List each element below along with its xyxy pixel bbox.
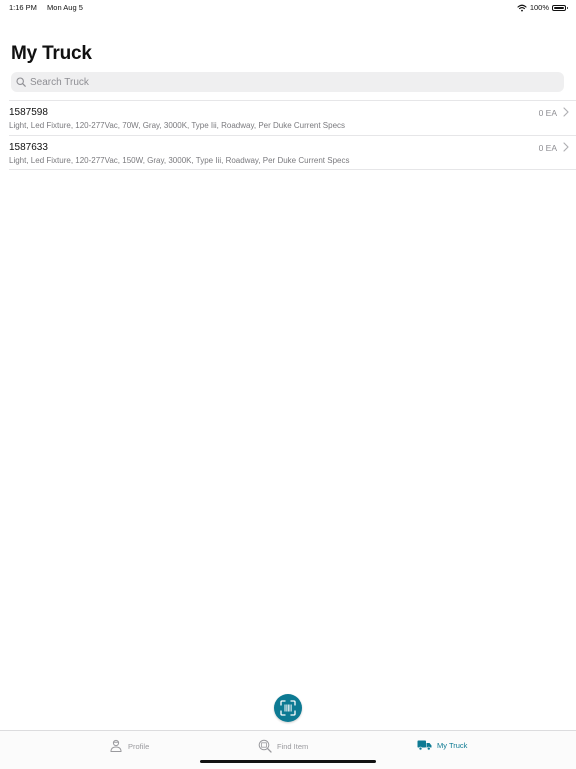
tab-find-item[interactable]: Find Item bbox=[258, 739, 308, 753]
tab-label: Profile bbox=[128, 741, 150, 751]
status-date: Mon Aug 5 bbox=[47, 3, 83, 12]
status-time: 1:16 PM bbox=[9, 3, 37, 12]
truck-icon bbox=[417, 740, 432, 751]
item-number: 1587633 bbox=[9, 142, 48, 153]
chevron-right-icon bbox=[563, 142, 569, 152]
battery-fill bbox=[554, 6, 564, 9]
barcode-scan-icon bbox=[280, 700, 296, 716]
status-right: 100% bbox=[517, 3, 568, 12]
wifi-icon bbox=[517, 4, 527, 11]
status-bar: 1:16 PM Mon Aug 5 100% bbox=[0, 0, 576, 16]
tab-my-truck[interactable]: My Truck bbox=[417, 739, 467, 751]
search-input[interactable] bbox=[30, 76, 530, 88]
status-left: 1:16 PM Mon Aug 5 bbox=[9, 3, 91, 12]
tab-label: Find Item bbox=[277, 741, 309, 751]
item-quantity: 0 EA bbox=[538, 108, 557, 118]
list-item[interactable]: 1587598 Light, Led Fixture, 120-277Vac, … bbox=[9, 100, 576, 135]
battery-percent: 100% bbox=[529, 3, 549, 12]
battery-icon bbox=[552, 4, 568, 11]
tab-profile[interactable]: Profile bbox=[109, 739, 149, 753]
item-description: Light, Led Fixture, 120-277Vac, 70W, Gra… bbox=[9, 121, 346, 130]
scan-barcode-button[interactable] bbox=[274, 694, 302, 722]
search-bar[interactable] bbox=[11, 72, 564, 92]
truck-item-list: 1587598 Light, Led Fixture, 120-277Vac, … bbox=[0, 100, 576, 170]
tab-label: My Truck bbox=[437, 740, 468, 750]
item-description: Light, Led Fixture, 120-277Vac, 150W, Gr… bbox=[9, 156, 350, 165]
profile-icon bbox=[110, 739, 122, 752]
find-item-icon bbox=[258, 739, 272, 753]
tab-bar: Profile Find Item My Truck bbox=[0, 730, 576, 769]
home-indicator bbox=[200, 760, 376, 763]
list-item[interactable]: 1587633 Light, Led Fixture, 120-277Vac, … bbox=[9, 135, 576, 170]
item-quantity: 0 EA bbox=[538, 143, 557, 153]
search-icon bbox=[16, 77, 26, 87]
chevron-right-icon bbox=[563, 107, 569, 117]
page-title: My Truck bbox=[11, 43, 92, 64]
item-number: 1587598 bbox=[9, 107, 48, 118]
